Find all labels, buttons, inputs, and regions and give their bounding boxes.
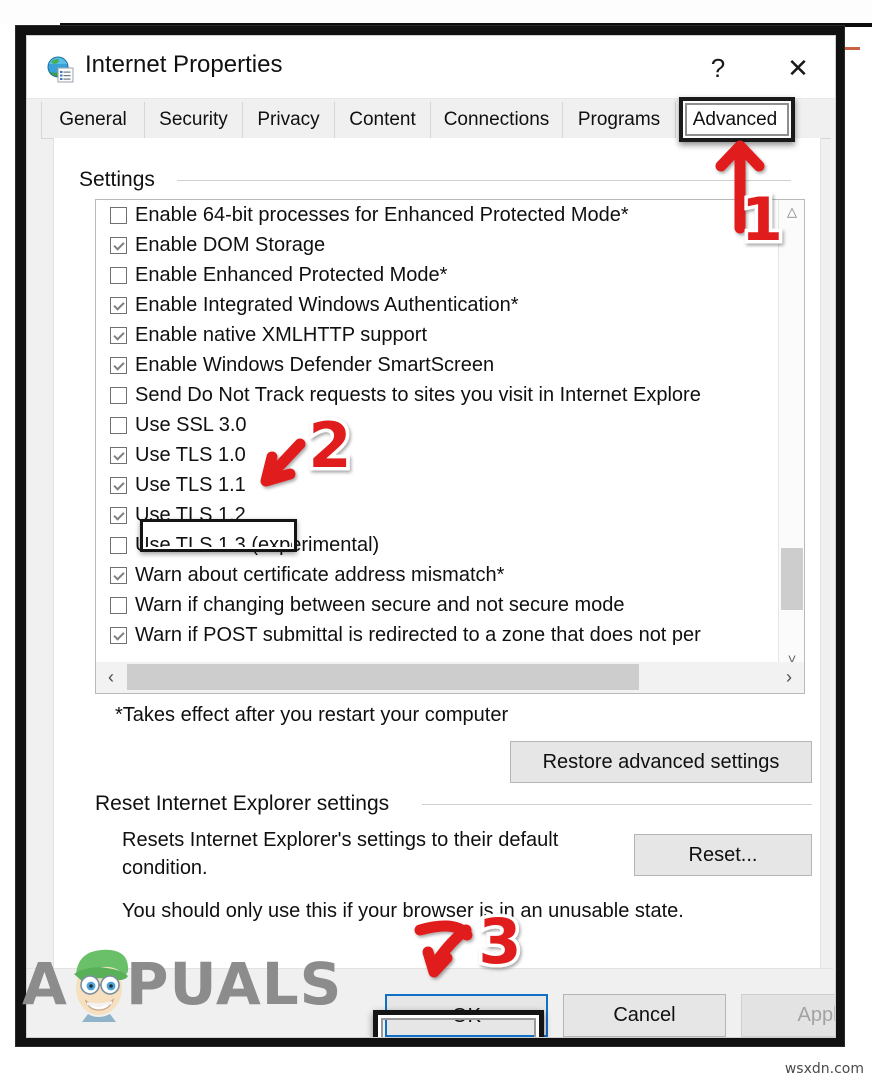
- list-item-label: Use TLS 1.2: [135, 504, 246, 526]
- checkbox-unchecked-icon[interactable]: [110, 266, 127, 284]
- svg-text:PUALS: PUALS: [126, 950, 342, 1018]
- reset-group-divider: [422, 804, 812, 805]
- checkbox-checked-icon[interactable]: [110, 626, 127, 644]
- close-icon[interactable]: ✕: [775, 48, 821, 88]
- tab-connections[interactable]: Connections: [431, 102, 563, 138]
- list-item[interactable]: Use TLS 1.2: [96, 500, 804, 530]
- vertical-scrollbar[interactable]: △ ˅: [778, 200, 804, 673]
- browser-top-strip: [0, 0, 872, 23]
- title-bar: Internet Properties ? ✕: [27, 36, 835, 99]
- checkbox-unchecked-icon[interactable]: [110, 206, 127, 224]
- list-item-label: Use TLS 1.3 (experimental): [135, 534, 380, 556]
- cancel-button[interactable]: Cancel: [563, 994, 726, 1037]
- list-item[interactable]: Use TLS 1.0: [96, 440, 804, 470]
- tab-programs[interactable]: Programs: [563, 102, 676, 138]
- list-item-label: Use TLS 1.1: [135, 474, 246, 496]
- checkbox-unchecked-icon[interactable]: [110, 386, 127, 404]
- reset-description: Resets Internet Explorer's settings to t…: [122, 829, 559, 879]
- checkbox-checked-icon[interactable]: [110, 296, 127, 314]
- checkbox-unchecked-icon[interactable]: [110, 596, 127, 614]
- chevron-left-icon[interactable]: ‹: [96, 662, 126, 692]
- reset-warning-note: You should only use this if your browser…: [122, 900, 684, 922]
- list-item[interactable]: Warn if changing between secure and not …: [96, 590, 804, 620]
- settings-list-inner: Enable 64-bit processes for Enhanced Pro…: [96, 200, 804, 673]
- list-item-label: Use SSL 3.0: [135, 414, 247, 436]
- tab-privacy[interactable]: Privacy: [243, 102, 335, 138]
- tab-general[interactable]: General: [41, 102, 145, 138]
- help-icon[interactable]: ?: [695, 48, 741, 88]
- list-item[interactable]: Enable Windows Defender SmartScreen: [96, 350, 804, 380]
- horizontal-scrollbar[interactable]: ‹ ›: [95, 662, 805, 694]
- site-watermark: wsxdn.com: [784, 1061, 864, 1077]
- list-item-label: Enable 64-bit processes for Enhanced Pro…: [135, 204, 629, 226]
- internet-properties-window: Internet Properties ? ✕ General Security…: [26, 35, 836, 1038]
- page-root: Internet Properties ? ✕ General Security…: [0, 0, 872, 1081]
- list-item[interactable]: Use SSL 3.0: [96, 410, 804, 440]
- list-item-label: Warn if POST submittal is redirected to …: [135, 624, 701, 646]
- ok-button[interactable]: OK: [385, 994, 548, 1037]
- restart-footnote: *Takes effect after you restart your com…: [115, 704, 509, 726]
- list-item-label: Enable Integrated Windows Authentication…: [135, 294, 519, 316]
- list-item-label: Warn if changing between secure and not …: [135, 594, 625, 616]
- list-item[interactable]: Use TLS 1.1: [96, 470, 804, 500]
- reset-button[interactable]: Reset...: [634, 834, 812, 876]
- list-item-label: Send Do Not Track requests to sites you …: [135, 384, 701, 406]
- list-item[interactable]: Warn if POST submittal is redirected to …: [96, 620, 804, 650]
- window-title: Internet Properties: [85, 51, 283, 78]
- list-item-label: Use TLS 1.0: [135, 444, 246, 466]
- apply-button: Apply: [741, 994, 835, 1037]
- advanced-tab-highlight-box: [679, 97, 795, 142]
- window-highlight-border: Internet Properties ? ✕ General Security…: [16, 26, 844, 1046]
- checkbox-checked-icon[interactable]: [110, 476, 127, 494]
- settings-group-divider: [177, 180, 791, 181]
- scroll-up-icon[interactable]: △: [779, 200, 804, 224]
- checkbox-unchecked-icon[interactable]: [110, 536, 127, 554]
- svg-text:A: A: [22, 950, 68, 1018]
- list-item-label: Enable Windows Defender SmartScreen: [135, 354, 495, 376]
- tab-content[interactable]: Content: [335, 102, 431, 138]
- checkbox-checked-icon[interactable]: [110, 326, 127, 344]
- list-item[interactable]: Enable DOM Storage: [96, 230, 804, 260]
- tab-programs-label: Programs: [577, 109, 661, 130]
- list-item-label: Enable Enhanced Protected Mode*: [135, 264, 448, 286]
- tab-content-label: Content: [349, 109, 416, 130]
- settings-group-label: Settings: [73, 168, 161, 192]
- tab-privacy-label: Privacy: [257, 109, 320, 130]
- checkbox-checked-icon[interactable]: [110, 356, 127, 374]
- list-item[interactable]: Warn about certificate address mismatch*: [96, 560, 804, 590]
- list-item[interactable]: Use TLS 1.3 (experimental): [96, 530, 804, 560]
- reset-group-label: Reset Internet Explorer settings: [95, 792, 398, 816]
- horizontal-scroll-thumb[interactable]: [127, 664, 639, 690]
- appuals-watermark: A PUALS: [22, 942, 352, 1027]
- list-item-label: Enable native XMLHTTP support: [135, 324, 428, 346]
- tab-security[interactable]: Security: [145, 102, 243, 138]
- list-item[interactable]: Enable Enhanced Protected Mode*: [96, 260, 804, 290]
- chevron-right-icon[interactable]: ›: [774, 662, 804, 692]
- globe-settings-icon: [47, 56, 75, 84]
- vertical-scroll-thumb[interactable]: [781, 548, 803, 610]
- list-item-label: Warn about certificate address mismatch*: [135, 564, 505, 586]
- advanced-settings-list[interactable]: Enable 64-bit processes for Enhanced Pro…: [95, 199, 805, 674]
- checkbox-unchecked-icon[interactable]: [110, 416, 127, 434]
- checkbox-checked-icon[interactable]: [110, 236, 127, 254]
- checkbox-checked-icon[interactable]: [110, 506, 127, 524]
- list-item[interactable]: Enable native XMLHTTP support: [96, 320, 804, 350]
- tab-general-label: General: [59, 109, 127, 130]
- checkbox-checked-icon[interactable]: [110, 566, 127, 584]
- checkbox-checked-icon[interactable]: [110, 446, 127, 464]
- list-item[interactable]: Enable Integrated Windows Authentication…: [96, 290, 804, 320]
- list-item[interactable]: Send Do Not Track requests to sites you …: [96, 380, 804, 410]
- restore-advanced-settings-button[interactable]: Restore advanced settings: [510, 741, 812, 783]
- tab-connections-label: Connections: [443, 109, 550, 130]
- list-item-label: Enable DOM Storage: [135, 234, 326, 256]
- list-item[interactable]: Enable 64-bit processes for Enhanced Pro…: [96, 200, 804, 230]
- tab-security-label: Security: [159, 109, 228, 130]
